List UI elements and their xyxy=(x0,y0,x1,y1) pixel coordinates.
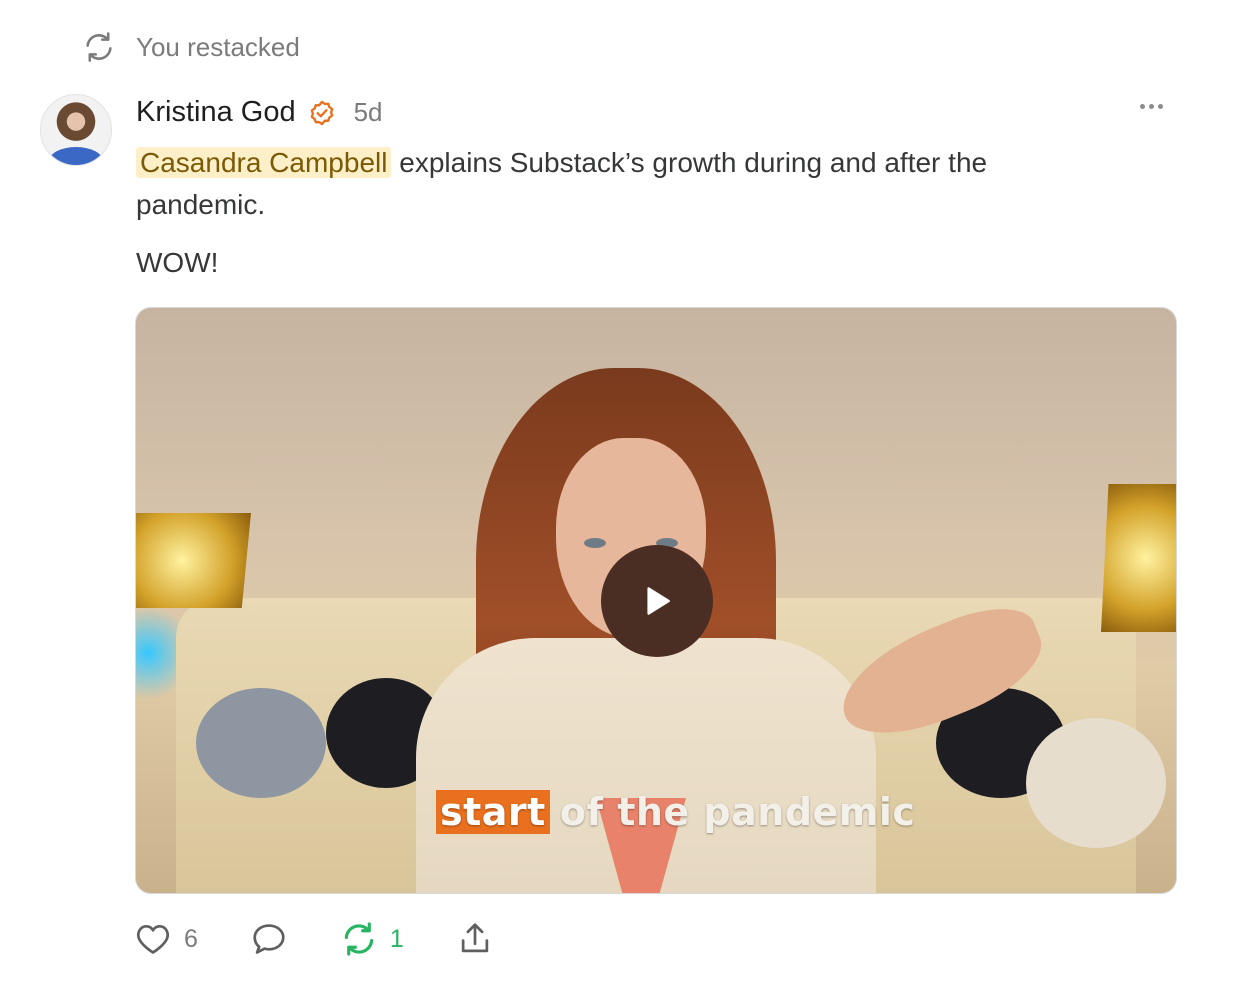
dot xyxy=(1140,104,1145,109)
play-icon xyxy=(647,587,670,615)
video-scene-lamp xyxy=(1101,484,1176,632)
play-button[interactable] xyxy=(601,545,713,657)
comment-button[interactable] xyxy=(250,920,288,958)
restack-icon xyxy=(344,922,374,956)
action-bar: 6 1 xyxy=(134,920,546,958)
video-scene-pillow xyxy=(196,688,326,798)
post-time: 5d xyxy=(353,97,383,127)
restack-button[interactable]: 1 xyxy=(340,920,404,958)
more-options-icon[interactable] xyxy=(1140,104,1163,109)
restack-count: 1 xyxy=(389,924,404,953)
video-caption: start of the pandemic xyxy=(436,790,915,834)
restack-notice: You restacked xyxy=(82,30,300,64)
share-button[interactable] xyxy=(456,920,494,958)
comment-icon xyxy=(253,924,285,954)
author-name[interactable]: Kristina God xyxy=(136,96,296,129)
restack-notice-text: You restacked xyxy=(136,31,300,62)
avatar-shoulders xyxy=(49,147,103,165)
like-button[interactable]: 6 xyxy=(134,920,198,958)
like-count: 6 xyxy=(184,924,198,953)
post-text-second: WOW! xyxy=(136,247,219,278)
mention-link[interactable]: Casandra Campbell xyxy=(136,147,392,178)
video-scene-eye xyxy=(584,538,606,548)
post-header: Kristina God 5d xyxy=(136,96,383,129)
caption-highlight: start xyxy=(436,790,550,834)
video-scene-pillow xyxy=(1026,718,1166,848)
share-icon xyxy=(461,923,489,953)
dot xyxy=(1158,104,1163,109)
restack-icon xyxy=(86,32,112,62)
heart-icon xyxy=(137,924,169,954)
video-player[interactable]: start of the pandemic xyxy=(135,307,1177,894)
video-scene-lamp xyxy=(136,513,251,608)
caption-rest: of the pandemic xyxy=(559,790,916,834)
post-body: Casandra Campbell explains Substack’s gr… xyxy=(136,142,1096,284)
verified-badge-icon xyxy=(310,100,333,125)
post-text: Casandra Campbell explains Substack’s gr… xyxy=(136,142,1096,226)
dot xyxy=(1149,104,1154,109)
avatar[interactable] xyxy=(40,94,112,166)
